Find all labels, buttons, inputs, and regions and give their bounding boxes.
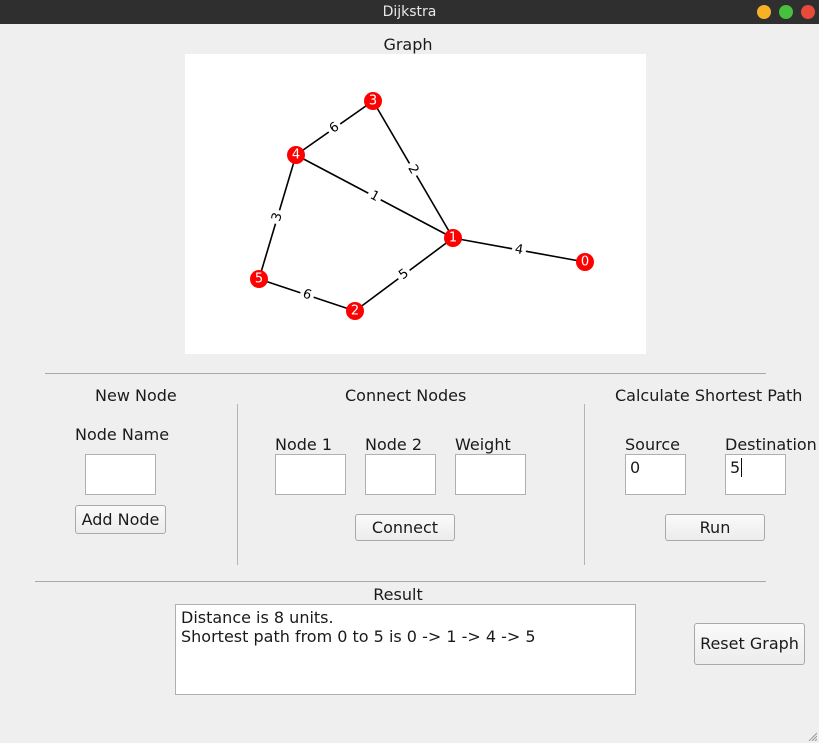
connect-nodes-title: Connect Nodes [345, 386, 467, 405]
reset-graph-button[interactable]: Reset Graph [694, 623, 805, 665]
divider-bottom [35, 581, 766, 582]
run-button[interactable]: Run [665, 514, 765, 541]
result-line: Shortest path from 0 to 5 is 0 -> 1 -> 4… [181, 627, 536, 646]
node-name-input[interactable] [85, 454, 156, 495]
graph-canvas: 6213456012345 [185, 54, 646, 354]
node1-input[interactable] [275, 454, 346, 495]
divider-right [584, 404, 585, 565]
graph-node-label: 2 [351, 304, 359, 319]
destination-input[interactable]: 5 [725, 454, 786, 495]
result-line: Distance is 8 units. [181, 608, 334, 627]
connect-button[interactable]: Connect [355, 514, 455, 541]
close-button[interactable] [801, 5, 815, 19]
weight-label: Weight [455, 435, 511, 454]
weight-input[interactable] [455, 454, 526, 495]
graph-node-label: 0 [581, 255, 589, 270]
destination-label: Destination [725, 435, 817, 454]
graph-node-label: 1 [449, 231, 457, 246]
add-node-button[interactable]: Add Node [75, 505, 166, 534]
graph-node-label: 4 [292, 148, 300, 163]
window-title: Dijkstra [382, 4, 437, 20]
node-name-label: Node Name [75, 425, 170, 444]
divider-top [45, 373, 766, 374]
result-textbox[interactable]: Distance is 8 units. Shortest path from … [175, 604, 636, 695]
result-title: Result [373, 585, 423, 604]
shortest-path-title: Calculate Shortest Path [615, 386, 803, 405]
destination-value: 5 [730, 458, 741, 477]
graph-title: Graph [383, 35, 433, 54]
source-label: Source [625, 435, 680, 454]
graph-svg: 6213456012345 [250, 92, 594, 320]
title-bar: Dijkstra [0, 0, 819, 24]
maximize-button[interactable] [779, 5, 793, 19]
resize-grip-icon[interactable] [807, 731, 817, 741]
node1-label: Node 1 [275, 435, 333, 454]
source-input[interactable]: 0 [625, 454, 686, 495]
graph-node-label: 3 [369, 94, 377, 109]
graph-node-label: 5 [255, 272, 263, 287]
text-cursor [741, 458, 743, 477]
node2-label: Node 2 [365, 435, 423, 454]
node2-input[interactable] [365, 454, 436, 495]
minimize-button[interactable] [757, 5, 771, 19]
divider-left [237, 404, 238, 565]
new-node-title: New Node [95, 386, 177, 405]
